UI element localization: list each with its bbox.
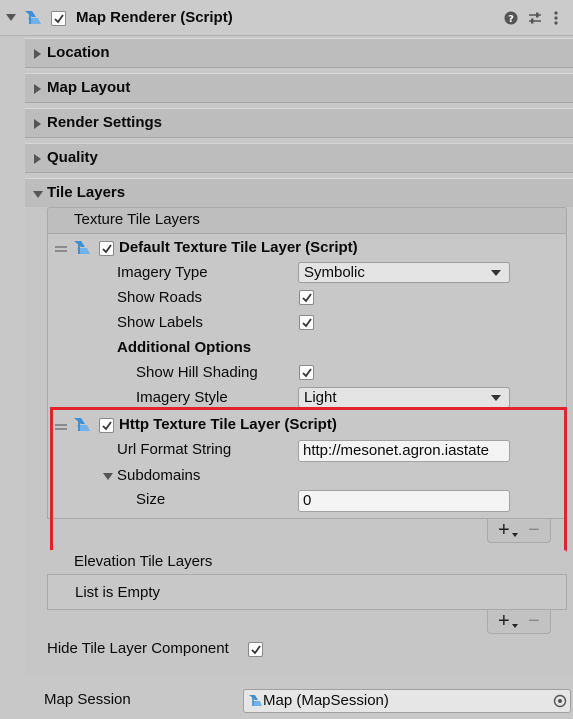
imagery-style-label: Imagery Style [136, 389, 228, 406]
foldout-label: Location [47, 44, 110, 61]
list-empty-text: List is Empty [75, 584, 161, 601]
chevron-down-icon [491, 270, 501, 276]
map-session-label: Map Session [44, 691, 131, 708]
foldout-arrow-right-icon [34, 119, 41, 129]
foldout-tile-layers[interactable]: Tile Layers [25, 178, 573, 208]
foldout-arrow-right-icon [34, 49, 41, 59]
component-foldout-arrow[interactable] [6, 14, 16, 21]
foldout-render-settings[interactable]: Render Settings [25, 108, 573, 138]
script-icon [74, 241, 90, 254]
highlight-box [50, 407, 567, 554]
default-layer-enabled-checkbox[interactable] [99, 241, 114, 256]
foldout-arrow-right-icon [34, 84, 41, 94]
map-session-value: Map (MapSession) [263, 692, 389, 709]
foldout-label: Render Settings [47, 114, 163, 131]
component-title: Map Renderer (Script) [76, 9, 233, 26]
show-hill-shading-checkbox[interactable] [299, 365, 314, 380]
object-picker-icon[interactable] [553, 694, 567, 708]
component-enabled-checkbox[interactable] [51, 11, 66, 26]
map-session-object-field[interactable]: Map (MapSession) [243, 689, 571, 713]
component-header: Map Renderer (Script) ? [0, 0, 573, 36]
show-labels-label: Show Labels [117, 314, 203, 331]
imagery-type-label: Imagery Type [117, 264, 208, 281]
help-icon[interactable]: ? [504, 11, 518, 25]
foldout-label: Map Layout [47, 79, 131, 96]
show-roads-label: Show Roads [117, 289, 203, 306]
show-labels-checkbox[interactable] [299, 315, 314, 330]
foldout-location[interactable]: Location [25, 38, 573, 68]
imagery-style-dropdown[interactable]: Light [298, 387, 510, 408]
show-hill-shading-label: Show Hill Shading [136, 364, 258, 381]
hide-tile-layer-label: Hide Tile Layer Component [47, 640, 229, 657]
foldout-label: Quality [47, 149, 98, 166]
list-header-label: Elevation Tile Layers [74, 553, 213, 570]
remove-elevation-layer-button[interactable]: − [528, 610, 540, 632]
foldout-arrow-right-icon [34, 154, 41, 164]
dropdown-value: Symbolic [304, 264, 365, 281]
foldout-arrow-down-icon [33, 191, 43, 198]
imagery-type-dropdown[interactable]: Symbolic [298, 262, 510, 283]
list-header-label: Texture Tile Layers [74, 211, 200, 228]
foldout-label: Tile Layers [47, 184, 126, 201]
svg-text:?: ? [508, 14, 514, 25]
elevation-layers-add-remove: + − [487, 610, 551, 634]
dropdown-value: Light [304, 389, 337, 406]
elevation-tile-layers-header: Elevation Tile Layers [47, 550, 567, 576]
show-roads-checkbox[interactable] [299, 290, 314, 305]
map-renderer-script-icon [25, 11, 41, 24]
drag-handle-icon[interactable] [55, 246, 67, 252]
texture-tile-layers-header: Texture Tile Layers [47, 207, 567, 233]
hide-tile-layer-checkbox[interactable] [248, 642, 263, 657]
foldout-map-layout[interactable]: Map Layout [25, 73, 573, 103]
chevron-down-icon [512, 624, 518, 628]
foldout-quality[interactable]: Quality [25, 143, 573, 173]
default-layer-title: Default Texture Tile Layer (Script) [119, 239, 358, 256]
elevation-tile-layers-list: List is Empty [47, 574, 567, 610]
presets-icon[interactable] [528, 11, 542, 25]
add-elevation-layer-button[interactable]: + [498, 610, 510, 632]
more-icon[interactable] [553, 10, 559, 26]
additional-options-label: Additional Options [117, 339, 252, 356]
chevron-down-icon [491, 395, 501, 401]
